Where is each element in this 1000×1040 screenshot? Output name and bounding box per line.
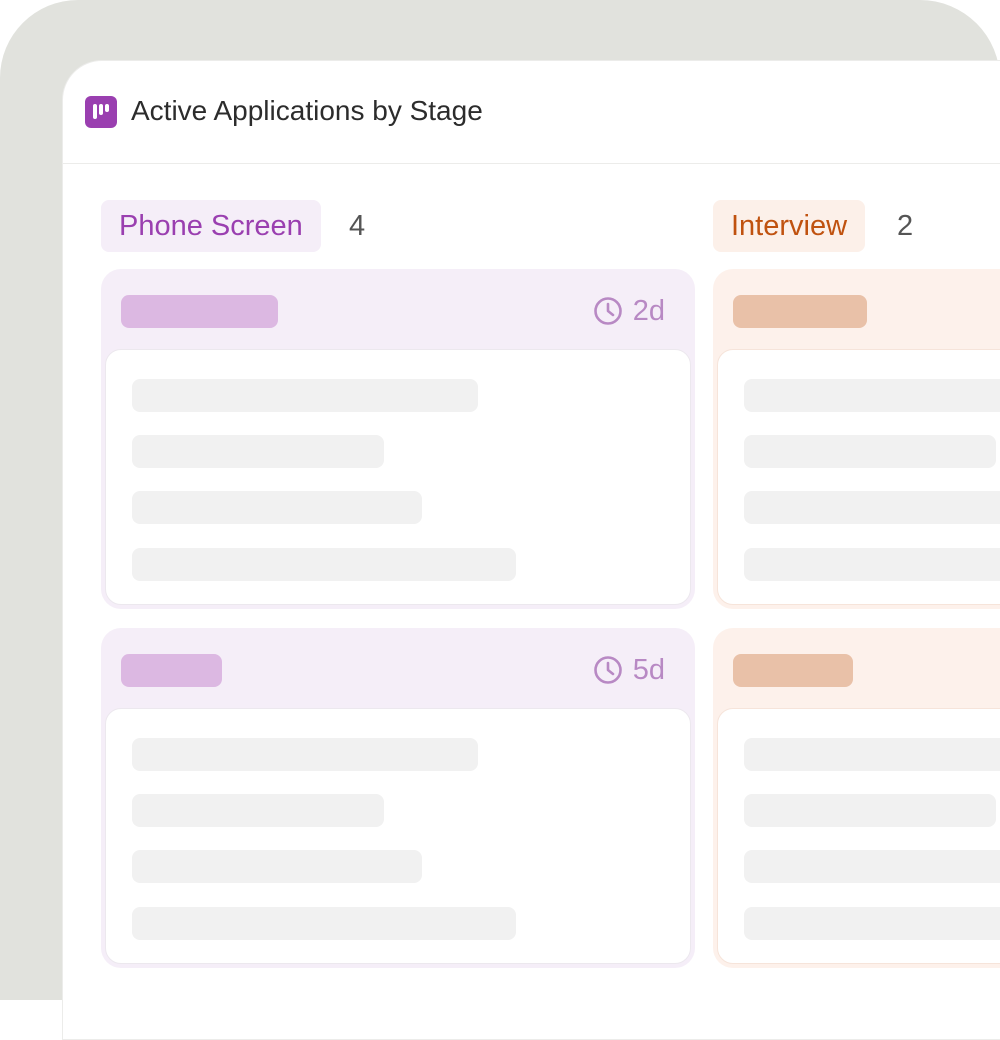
card-tag-placeholder — [121, 654, 222, 687]
text-placeholder — [132, 850, 422, 883]
card-age-label: 5d — [632, 654, 665, 686]
kanban-board-icon — [85, 96, 117, 128]
text-placeholder — [132, 548, 516, 581]
text-placeholder — [744, 738, 1000, 771]
text-placeholder — [744, 794, 996, 827]
column-label-phone-screen[interactable]: Phone Screen — [101, 200, 321, 252]
text-placeholder — [744, 850, 1000, 883]
text-placeholder — [132, 491, 422, 524]
card-body — [717, 708, 1000, 964]
text-placeholder — [744, 435, 996, 468]
clock-icon — [593, 656, 622, 684]
application-card[interactable]: 5d — [101, 628, 695, 968]
text-placeholder — [132, 435, 384, 468]
card-tag-placeholder — [733, 654, 853, 687]
column-count: 4 — [349, 210, 366, 242]
text-placeholder — [132, 379, 478, 412]
text-placeholder — [744, 379, 1000, 412]
application-card[interactable] — [713, 628, 1000, 968]
card-body — [105, 349, 691, 605]
page-title: Active Applications by Stage — [131, 95, 483, 126]
column-label-interview[interactable]: Interview — [713, 200, 866, 252]
application-card[interactable]: 2d — [101, 269, 695, 609]
text-placeholder — [132, 907, 516, 940]
text-placeholder — [744, 491, 1000, 524]
card-body — [717, 349, 1000, 605]
text-placeholder — [744, 907, 1000, 940]
card-tag-placeholder — [121, 295, 278, 328]
window-header: Active Applications by Stage — [63, 61, 1000, 164]
card-age: 2d — [593, 293, 665, 329]
app-window: Active Applications by Stage Phone Scree… — [62, 60, 1000, 1040]
clock-icon — [593, 297, 622, 325]
text-placeholder — [744, 548, 1000, 581]
application-card[interactable] — [713, 269, 1000, 609]
card-tag-placeholder — [733, 295, 867, 328]
card-age-label: 2d — [632, 295, 665, 327]
text-placeholder — [132, 794, 384, 827]
card-age: 5d — [593, 652, 665, 688]
card-body — [105, 708, 691, 964]
text-placeholder — [132, 738, 478, 771]
column-count: 2 — [897, 210, 914, 242]
